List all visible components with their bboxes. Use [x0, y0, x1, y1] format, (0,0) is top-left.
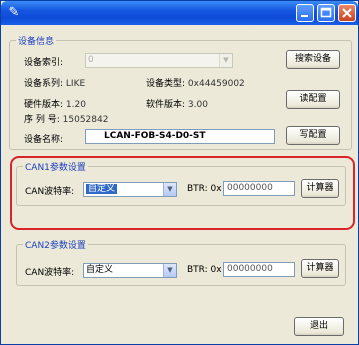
device-name-field[interactable]: LCAN-FOB-S4-D0-ST — [85, 129, 275, 144]
search-device-button[interactable]: 搜索设备 — [286, 50, 340, 69]
software-version-label: 软件版本: 3.00 — [146, 100, 208, 110]
exit-button[interactable]: 退出 — [294, 317, 344, 336]
device-series-value: LIKE — [65, 79, 86, 89]
can2-calculator-button[interactable]: 计算器 — [301, 259, 339, 278]
device-type-label: 设备类型: 0x44459002 — [146, 79, 245, 89]
device-index-value: 0 — [88, 55, 94, 65]
hardware-version-label: 硬件版本: 1.20 — [24, 100, 86, 110]
tool-icon: ✎ — [8, 5, 20, 20]
device-index-label: 设备索引: — [24, 58, 64, 68]
device-index-select[interactable]: 0 ▼ — [85, 53, 233, 68]
can2-baud-value: 自定义 — [86, 265, 114, 275]
minimize-icon — [301, 15, 308, 17]
minimize-button[interactable] — [296, 4, 314, 22]
read-config-button[interactable]: 读配置 — [286, 90, 340, 109]
serial-number-label: 序 列 号: 15052842 — [24, 115, 109, 125]
hardware-version-value: 1.20 — [65, 100, 86, 110]
chevron-down-icon: ▼ — [219, 54, 232, 67]
device-series-label: 设备系列: LIKE — [24, 79, 86, 89]
maximize-icon — [320, 7, 332, 18]
write-config-button[interactable]: 写配置 — [286, 126, 340, 145]
device-type-value: 0x44459002 — [187, 79, 245, 89]
can2-btr-label: BTR: 0x — [187, 265, 222, 275]
serial-number-value: 15052842 — [62, 115, 109, 125]
maximize-button[interactable] — [317, 4, 335, 22]
device-info-legend: 设备信息 — [16, 34, 57, 47]
close-button[interactable] — [338, 4, 356, 22]
close-icon — [342, 8, 352, 18]
software-version-value: 3.00 — [187, 100, 208, 110]
config-window: ✎ 设备信息 设备索引: 0 ▼ 搜索设备 设备系列: LIKE 设备类型: 0… — [0, 0, 359, 345]
device-name-label: 设备名称: — [24, 135, 64, 145]
can2-btr-input[interactable]: 00000000 — [223, 262, 295, 277]
chevron-down-icon: ▼ — [163, 264, 176, 277]
can1-highlight-annotation — [10, 156, 355, 230]
can2-baud-select[interactable]: 自定义 ▼ — [83, 263, 177, 278]
can2-settings-legend: CAN2参数设置 — [23, 238, 88, 251]
can2-baud-label: CAN波特率: — [25, 268, 75, 278]
title-bar[interactable]: ✎ — [1, 1, 358, 25]
